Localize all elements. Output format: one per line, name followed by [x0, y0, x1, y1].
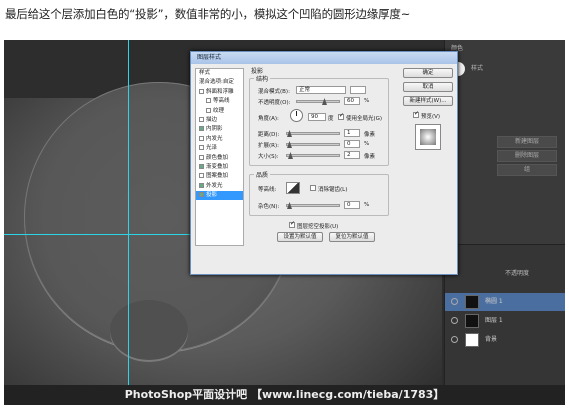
panel-button[interactable]: 组 [497, 164, 557, 176]
style-item[interactable]: 颜色叠加 [196, 154, 243, 163]
antialias-checkbox[interactable] [310, 185, 316, 191]
panel-button[interactable]: 删除图层 [497, 150, 557, 162]
layer-row[interactable]: 图层 1 [445, 312, 565, 330]
percent-unit: % [364, 141, 370, 147]
style-item[interactable]: 外发光 [196, 182, 243, 191]
vertical-guide[interactable] [128, 40, 129, 385]
shadow-color-swatch[interactable] [350, 86, 366, 94]
layer-thumbnail [465, 333, 479, 347]
dialog-title[interactable]: 图层样式 [191, 52, 457, 64]
angle-input[interactable]: 90 [308, 113, 326, 121]
style-item[interactable]: 内阴影 [196, 125, 243, 134]
style-item[interactable]: 图案叠加 [196, 172, 243, 181]
global-light-checkbox[interactable] [338, 112, 344, 120]
blend-options-item[interactable]: 混合选项:自定 [196, 78, 243, 87]
style-item[interactable]: 纹理 [196, 107, 243, 116]
knockout-checkbox[interactable] [289, 220, 295, 228]
reset-default-button[interactable]: 复位为默认值 [329, 232, 375, 242]
blend-mode-select[interactable]: 正常 [296, 86, 346, 94]
layer-row[interactable]: 椭圆 1 [445, 293, 565, 311]
percent-unit: % [364, 202, 370, 208]
styles-header: 样式 [199, 70, 211, 76]
structure-title: 结构 [254, 74, 271, 83]
preview-checkbox[interactable] [413, 110, 419, 118]
blend-mode-label: 混合模式(B): [258, 89, 290, 95]
panel-tab-label[interactable]: 样式 [471, 62, 565, 76]
px-unit: 像素 [364, 132, 376, 138]
eye-icon[interactable] [451, 317, 458, 324]
styles-list: 样式 混合选项:自定 斜面和浮雕 等高线 纹理 描边 内阴影 内发光 光泽 颜色… [195, 68, 244, 246]
size-slider[interactable] [286, 152, 340, 159]
preview-label: 预览(V) [421, 114, 441, 120]
circle-bump-shape [110, 300, 188, 360]
panel-tab-label[interactable]: 颜色 [451, 42, 561, 56]
noise-label: 杂色(N): [258, 204, 280, 210]
angle-unit: 度 [328, 116, 334, 122]
layer-row[interactable]: 背景 [445, 331, 565, 349]
layer-thumbnail [465, 314, 479, 328]
right-panel: 颜色 样式 新建图层 删除图层 组 不透明度 椭圆 1 图层 1 背景 [444, 40, 565, 385]
layer-name: 背景 [485, 336, 498, 343]
layer-name: 图层 1 [485, 317, 503, 324]
distance-slider[interactable] [286, 130, 340, 137]
contour-label: 等高线: [258, 187, 277, 193]
global-light-label: 使用全局光(G) [346, 116, 383, 122]
style-item[interactable]: 斜面和浮雕 [196, 88, 243, 97]
opacity-slider[interactable] [296, 98, 340, 105]
size-input[interactable]: 2 [344, 151, 360, 159]
eye-icon[interactable] [451, 336, 458, 343]
layer-style-dialog: 图层样式 样式 混合选项:自定 斜面和浮雕 等高线 纹理 描边 内阴影 内发光 … [190, 51, 458, 275]
angle-label: 角度(A): [258, 116, 279, 122]
style-item[interactable]: 渐变叠加 [196, 163, 243, 172]
distance-input[interactable]: 1 [344, 129, 360, 137]
spread-input[interactable]: 0 [344, 140, 360, 148]
layer-opacity-label: 不透明度 [505, 270, 530, 277]
angle-dial[interactable] [290, 109, 303, 122]
contour-picker[interactable] [286, 182, 300, 194]
antialias-label: 消除锯齿(L) [318, 187, 348, 193]
opacity-input[interactable]: 60 [344, 97, 360, 105]
layer-thumbnail [465, 295, 479, 309]
percent-unit: % [364, 98, 370, 104]
noise-slider[interactable] [286, 202, 340, 209]
style-item[interactable]: 描边 [196, 116, 243, 125]
watermark: PhotoShop平面设计吧 【www.linecg.com/tieba/178… [4, 385, 565, 405]
layers-panel: 不透明度 椭圆 1 图层 1 背景 [445, 244, 565, 385]
noise-input[interactable]: 0 [344, 201, 360, 209]
style-item[interactable]: 光泽 [196, 144, 243, 153]
style-preview-thumbnail [415, 124, 441, 150]
quality-title: 品质 [254, 170, 271, 179]
distance-label: 距离(D): [258, 132, 280, 138]
spread-slider[interactable] [286, 141, 340, 148]
structure-group: 结构 混合模式(B): 正常 不透明度(O): 60 % 角度(A): 90 度… [249, 74, 389, 166]
spread-label: 扩展(R): [258, 143, 279, 149]
eye-icon[interactable] [451, 298, 458, 305]
knockout-label: 图层挖空投影(U) [297, 224, 339, 230]
size-label: 大小(S): [258, 154, 279, 160]
caption-text: 最后给这个层添加白色的“投影”，数值非常的小，模拟这个凹陷的圆形边缘厚度~ [5, 7, 411, 21]
cancel-button[interactable]: 取消 [403, 82, 453, 92]
opacity-label: 不透明度(O): [258, 100, 291, 106]
set-default-button[interactable]: 设置为默认值 [277, 232, 323, 242]
style-item[interactable]: 等高线 [196, 97, 243, 106]
panel-button[interactable]: 新建图层 [497, 136, 557, 148]
quality-group: 品质 等高线: 消除锯齿(L) 杂色(N): 0 % [249, 170, 389, 216]
layer-name: 椭圆 1 [485, 298, 503, 305]
new-style-button[interactable]: 新建样式(W)... [403, 96, 453, 106]
px-unit: 像素 [364, 154, 376, 160]
ok-button[interactable]: 确定 [403, 68, 453, 78]
style-item[interactable]: 内发光 [196, 135, 243, 144]
style-item-selected[interactable]: 投影 [196, 191, 243, 201]
